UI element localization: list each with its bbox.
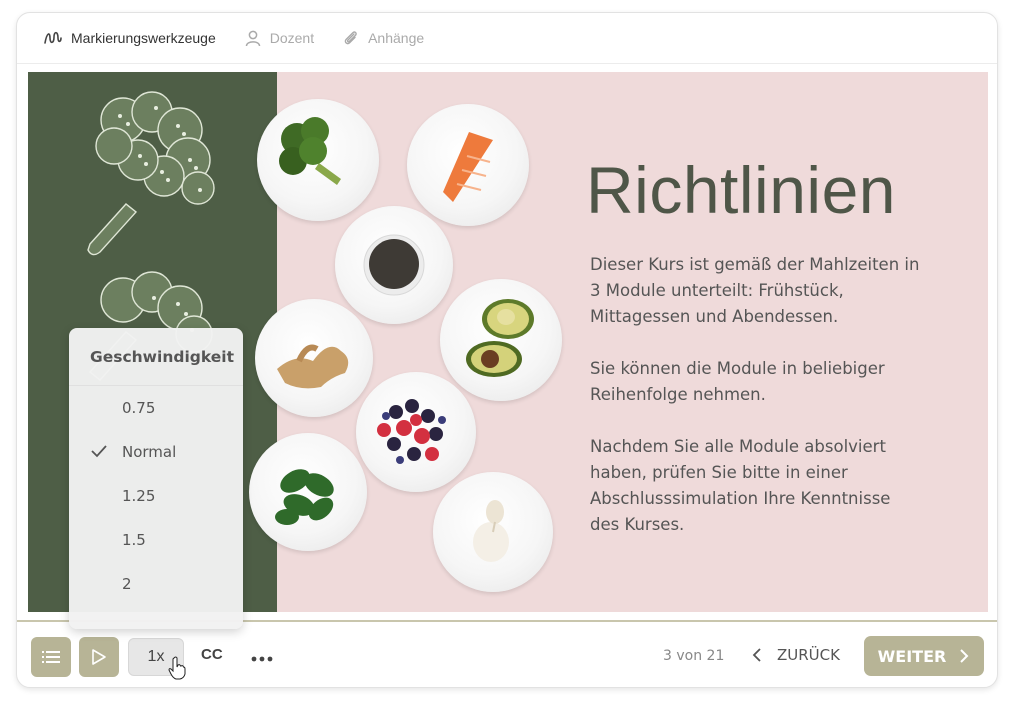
- chevron-right-icon: [960, 649, 969, 663]
- person-icon: [245, 30, 260, 47]
- paragraph: Sie können die Module in beliebiger Reih…: [590, 359, 885, 404]
- paragraph: Nachdem Sie alle Module absolviert haben…: [590, 437, 891, 534]
- option-label: 1.5: [122, 531, 146, 549]
- more-options-button[interactable]: [251, 642, 273, 668]
- more-icon: [251, 656, 273, 662]
- squiggle-icon: [44, 31, 62, 44]
- next-button[interactable]: WEITER: [864, 636, 984, 676]
- player-controls: 1x CC 3 von 21 ZURÜCK WEITER: [17, 620, 997, 687]
- plate-spinach: [249, 433, 367, 551]
- speed-option-normal[interactable]: Normal: [69, 430, 243, 474]
- paragraph: Dieser Kurs ist gemäß der Mahlzeiten in …: [590, 255, 920, 326]
- plate-garlic: [433, 472, 553, 592]
- speed-option-125[interactable]: 1.25: [69, 474, 243, 518]
- paperclip-icon: [344, 31, 357, 45]
- captions-button[interactable]: CC: [201, 646, 223, 663]
- tab-label: Markierungswerkzeuge: [71, 30, 216, 46]
- option-label: 1.25: [122, 487, 156, 505]
- speed-menu-title: Geschwindigkeit: [69, 328, 243, 386]
- speed-option-15[interactable]: 1.5: [69, 518, 243, 562]
- tab-label: Dozent: [269, 30, 315, 46]
- speed-menu: Geschwindigkeit 0.75 Normal 1.25 1.5 2: [69, 328, 243, 629]
- tab-label: Anhänge: [368, 30, 425, 46]
- slide-counter: 3 von 21: [663, 648, 725, 664]
- menu-button[interactable]: [31, 637, 71, 677]
- slide-text: Dieser Kurs ist gemäß der Mahlzeiten in …: [590, 252, 920, 564]
- next-label: WEITER: [877, 646, 947, 666]
- play-icon: [92, 649, 106, 665]
- hand-cursor-icon: [168, 656, 186, 680]
- option-label: 2: [122, 575, 132, 593]
- option-label: Normal: [122, 443, 177, 461]
- speed-label: 1x: [147, 648, 165, 665]
- list-icon: [42, 651, 60, 663]
- option-label: 0.75: [122, 399, 156, 417]
- play-button[interactable]: [79, 637, 119, 677]
- tab-markierungswerkzeuge[interactable]: Markierungswerkzeuge: [43, 30, 216, 46]
- plate-broccoli: [257, 99, 379, 221]
- speed-option-2[interactable]: 2: [69, 562, 243, 606]
- slide-title: Richtlinien: [586, 153, 896, 227]
- top-tab-bar: Markierungswerkzeuge Dozent Anhänge: [17, 13, 997, 64]
- back-label: ZURÜCK: [777, 646, 840, 664]
- speed-option-075[interactable]: 0.75: [69, 386, 243, 430]
- tab-dozent[interactable]: Dozent: [244, 29, 314, 47]
- checkmark-icon: [91, 445, 107, 458]
- chevron-left-icon: [752, 648, 761, 662]
- tab-anhaenge[interactable]: Anhänge: [342, 29, 424, 47]
- back-button[interactable]: ZURÜCK: [751, 646, 840, 664]
